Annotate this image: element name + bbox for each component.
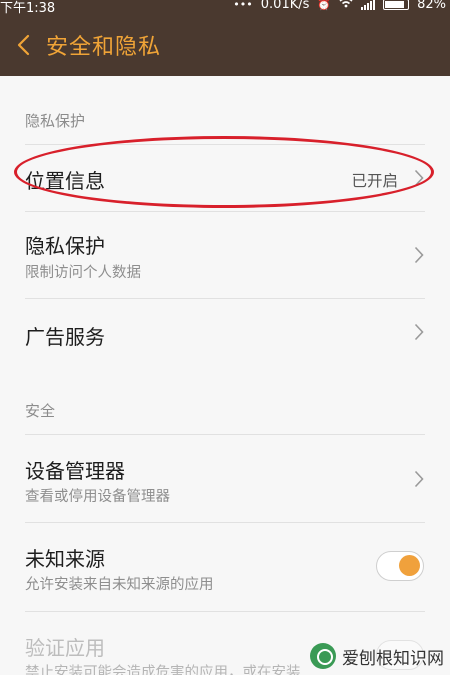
more-icon: ••• — [233, 0, 253, 11]
battery-icon — [383, 0, 410, 10]
wifi-icon — [339, 0, 353, 12]
signal-icon — [361, 0, 376, 10]
alarm-icon: ⏰ — [317, 0, 332, 11]
back-button[interactable] — [14, 32, 34, 58]
item-title: 未知来源 — [25, 547, 105, 571]
watermark: 爱刨根知识网 — [310, 643, 444, 669]
chevron-right-icon — [414, 246, 424, 264]
chevron-right-icon — [414, 470, 424, 488]
page-title: 安全和隐私 — [46, 35, 162, 60]
unknown-sources-toggle[interactable] — [376, 551, 424, 581]
item-subtitle: 查看或停用设备管理器 — [25, 489, 170, 505]
status-icons: ••• 0.01K/s ⏰ 82% — [233, 0, 446, 12]
privacy-protection-item[interactable]: 隐私保护 限制访问个人数据 — [0, 212, 450, 298]
item-title: 设备管理器 — [25, 459, 125, 483]
net-speed: 0.01K/s — [260, 0, 310, 12]
chevron-right-icon — [414, 323, 424, 341]
ad-service-item[interactable]: 广告服务 — [0, 299, 450, 365]
battery-percent: 82% — [417, 0, 446, 12]
section-header-privacy: 隐私保护 — [25, 112, 86, 130]
chevron-right-icon — [414, 169, 424, 187]
device-manager-item[interactable]: 设备管理器 查看或停用设备管理器 — [0, 435, 450, 521]
watermark-text: 爱刨根知识网 — [342, 648, 444, 669]
chevron-left-icon — [17, 34, 30, 56]
item-subtitle: 禁止安装可能会造成危害的应用，或在安装 — [25, 665, 301, 675]
toggle-knob — [399, 555, 420, 576]
item-title: 广告服务 — [25, 325, 105, 349]
section-header-security: 安全 — [25, 402, 56, 420]
watermark-logo-icon — [310, 643, 336, 669]
item-value: 已开启 — [351, 172, 398, 190]
item-subtitle: 限制访问个人数据 — [25, 265, 141, 281]
location-info-item[interactable]: 位置信息 已开启 — [0, 145, 450, 211]
status-bar: 下午1:38 ••• 0.01K/s ⏰ 82% — [0, 0, 450, 16]
item-title: 验证应用 — [25, 636, 105, 660]
item-title: 位置信息 — [25, 169, 105, 193]
title-bar: 安全和隐私 — [0, 14, 450, 76]
item-subtitle: 允许安装来自未知来源的应用 — [25, 577, 214, 593]
item-title: 隐私保护 — [25, 234, 105, 258]
